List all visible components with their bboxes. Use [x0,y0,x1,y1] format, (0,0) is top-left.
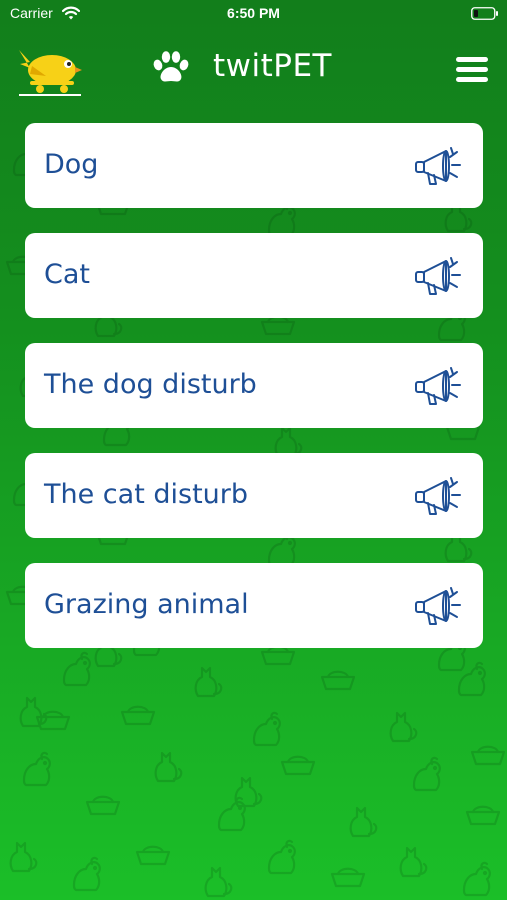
megaphone-icon[interactable] [414,585,462,631]
megaphone-icon[interactable] [414,475,462,521]
app-header: twitPET [0,38,507,100]
app-screen: Carrier 6:50 PM twitPET Dog Cat The dog … [0,0,507,900]
megaphone-icon[interactable] [414,255,462,301]
category-label: The cat disturb [44,479,249,510]
category-label: Cat [44,259,90,290]
category-list: Dog Cat The dog disturb The cat disturb … [25,123,483,673]
paw-icon [151,50,191,90]
megaphone-icon[interactable] [414,365,462,411]
hamburger-menu-button[interactable] [452,53,492,85]
app-title: twitPET [213,48,332,84]
category-label: Grazing animal [44,589,249,620]
category-card-dog[interactable]: Dog [25,123,483,208]
bird-cart-logo [16,44,82,100]
status-bar: Carrier 6:50 PM [0,0,507,28]
status-time: 6:50 PM [227,5,280,21]
category-label: The dog disturb [44,369,257,400]
megaphone-icon[interactable] [414,145,462,191]
category-card-grazing-animal[interactable]: Grazing animal [25,563,483,648]
category-card-cat[interactable]: Cat [25,233,483,318]
battery-icon [471,7,499,24]
category-card-dog-disturb[interactable]: The dog disturb [25,343,483,428]
category-label: Dog [44,149,99,180]
category-card-cat-disturb[interactable]: The cat disturb [25,453,483,538]
